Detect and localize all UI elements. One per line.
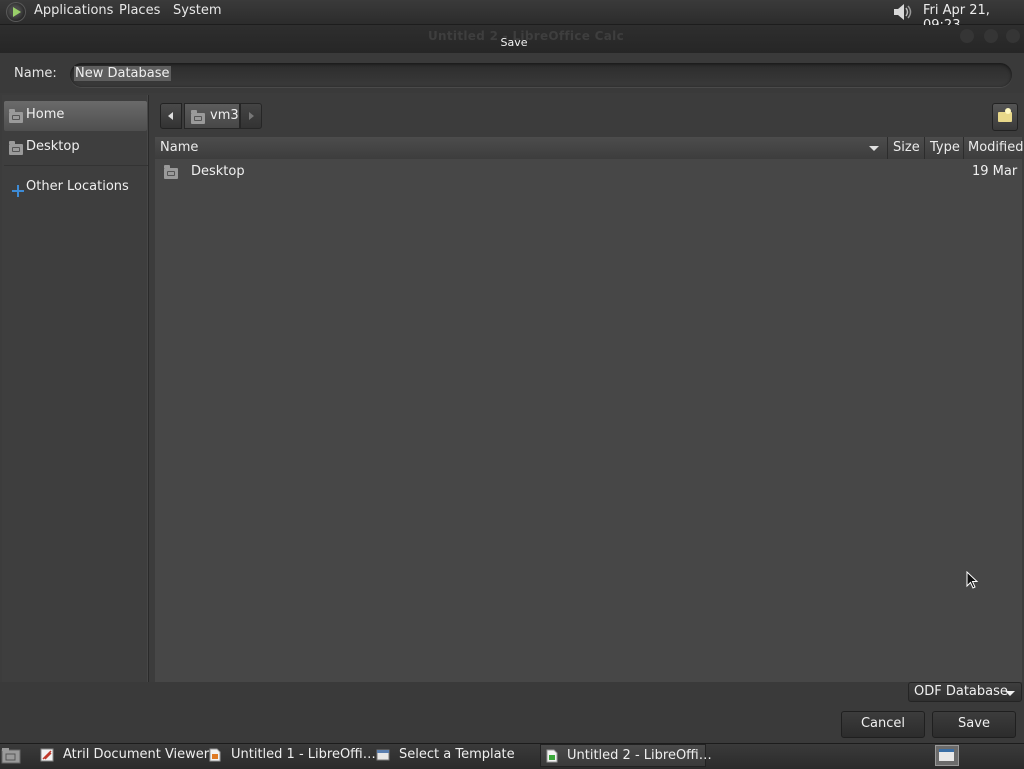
table-row[interactable] [155,160,1022,182]
ghost-close-icon [1006,29,1020,43]
sidebar-divider [4,165,148,166]
sidebar-item-home[interactable]: Home [4,101,147,131]
taskbar-item-label: Select a Template [399,747,515,762]
menu-places[interactable]: Places [119,3,160,18]
column-header-size[interactable]: Size [888,137,925,159]
home-folder-icon [191,110,205,124]
column-header-label: Type [930,140,960,155]
name-label: Name: [14,66,57,81]
name-row: Name: New Database [0,53,1024,93]
menu-system[interactable]: System [173,3,221,18]
places-sidebar: Home Desktop Other Locations [2,95,149,682]
file-modified: 19 Mar [972,164,1018,179]
sort-descending-icon [869,146,879,151]
create-folder-button[interactable] [992,103,1018,131]
file-list[interactable] [155,137,1022,682]
calc-icon [546,749,558,763]
menu-applications[interactable]: Applications [34,3,113,18]
name-field-value[interactable]: New Database [74,66,171,81]
column-header-modified[interactable]: Modified [964,137,1024,159]
desktop-folder-icon [164,165,178,179]
ghost-minimize-icon [960,29,974,43]
file-name[interactable]: Desktop [191,164,245,179]
plus-icon [12,185,24,197]
column-header-label: Modified [968,140,1024,155]
workspace-switcher[interactable] [935,745,959,766]
taskbar-item-label: Untitled 2 - LibreOffi… [567,748,712,763]
taskbar-item-label: Atril Document Viewer [63,747,210,762]
path-crumb-label: vm3 [210,108,239,123]
home-folder-icon [9,109,23,123]
file-type-dropdown[interactable]: ODF Database [908,682,1022,702]
taskbar-item-untitled-2[interactable]: Untitled 2 - LibreOffi… [540,744,712,767]
sidebar-item-other-locations[interactable]: Other Locations [4,173,147,203]
path-back-button[interactable] [160,103,182,129]
top-panel: Applications Places System Fri Apr 21, 0… [0,0,1024,33]
column-header-label: Size [893,140,920,155]
chevron-down-icon [1005,691,1015,696]
mouse-pointer-icon [966,571,979,589]
window-icon [376,749,390,761]
taskbar-item-atril[interactable]: Atril Document Viewer [36,744,209,767]
path-forward-button[interactable] [240,103,262,129]
save-button[interactable]: Save [932,711,1016,738]
volume-icon[interactable] [892,3,914,21]
sidebar-item-label: Other Locations [26,179,129,194]
new-folder-icon [998,108,1012,122]
path-crumb-current[interactable]: vm3 [184,103,240,129]
sidebar-item-label: Home [26,107,65,122]
name-field[interactable] [70,63,1012,87]
document-viewer-icon [40,748,54,762]
dialog-title: Save [500,36,528,49]
distro-logo-icon[interactable] [6,2,26,22]
column-header-type[interactable]: Type [925,137,964,159]
file-type-label: ODF Database [914,684,1008,699]
desktop-folder-icon [9,141,23,155]
taskbar-item-label: Untitled 1 - LibreOffi… [231,747,376,762]
ghost-maximize-icon [984,29,998,43]
sidebar-item-label: Desktop [26,139,80,154]
column-header-name[interactable]: Name [155,137,888,159]
writer-icon [209,748,221,762]
sidebar-item-desktop[interactable]: Desktop [4,133,147,163]
taskbar-item-untitled-1[interactable]: Untitled 1 - LibreOffi… [204,744,376,767]
cancel-button[interactable]: Cancel [841,711,925,738]
taskbar-item-select-template[interactable]: Select a Template [372,744,538,767]
dialog-header: Untitled 2 - LibreOffice Calc Save [0,25,1024,53]
column-header-label: Name [160,140,199,155]
show-desktop-icon[interactable] [0,745,24,766]
